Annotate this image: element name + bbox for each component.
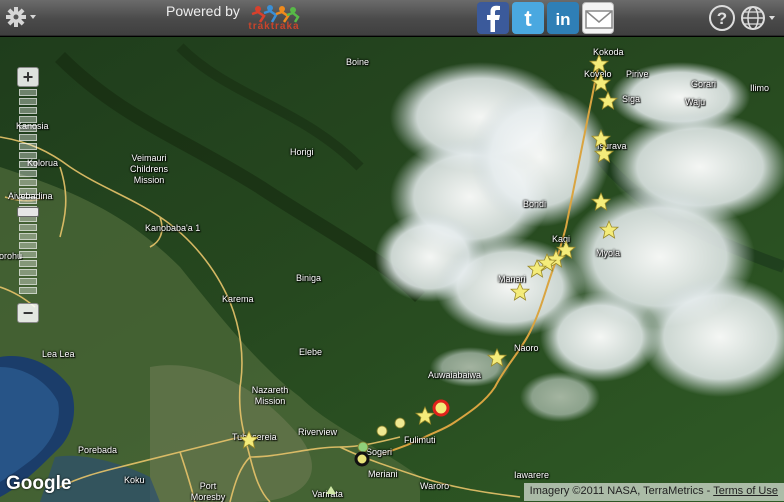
gear-icon <box>6 7 36 27</box>
brand-wordmark: traktraka <box>248 21 300 32</box>
globe-icon <box>741 6 775 30</box>
chevron-down-icon <box>30 15 36 19</box>
settings-menu-button[interactable] <box>4 4 38 30</box>
checkpoint-star-marker[interactable] <box>510 282 530 301</box>
help-icon: ? <box>709 5 735 31</box>
google-logo[interactable]: Google <box>6 473 71 495</box>
linkedin-share-button[interactable]: in <box>547 2 579 34</box>
checkpoint-star-marker[interactable] <box>556 240 576 259</box>
current-position-marker[interactable] <box>432 399 450 417</box>
checkpoint-star-marker[interactable] <box>239 430 259 449</box>
svg-text:t: t <box>524 6 532 31</box>
email-share-button[interactable] <box>582 2 614 34</box>
powered-by-label: Powered by <box>166 3 240 19</box>
zoom-in-button[interactable]: + <box>17 67 39 87</box>
map-canvas[interactable]: Boine Kokoda Kovelo Pirive Gorari Ilimo … <box>0 37 784 502</box>
top-toolbar: Powered by traktraka t in ? <box>0 0 784 36</box>
envelope-icon <box>585 10 613 29</box>
peak-marker <box>326 486 336 494</box>
svg-text:?: ? <box>717 9 727 28</box>
linkedin-icon: in <box>555 10 570 29</box>
marker-layer <box>239 54 619 494</box>
terms-of-use-link[interactable]: Terms of Use <box>713 485 778 497</box>
zoom-slider-handle[interactable] <box>17 207 39 217</box>
checkpoint-star-marker[interactable] <box>591 192 611 211</box>
checkpoint-star-marker[interactable] <box>594 144 614 163</box>
checkpoint-star-marker[interactable] <box>487 348 507 367</box>
twitter-icon: t <box>524 6 532 31</box>
svg-text:in: in <box>555 10 570 29</box>
waypoint-dot-marker[interactable] <box>394 417 406 429</box>
checkpoint-star-marker[interactable] <box>598 91 618 110</box>
map-attribution: Imagery ©2011 NASA, TerraMetrics - Terms… <box>523 483 784 501</box>
start-point-marker[interactable] <box>354 451 370 467</box>
checkpoint-star-marker[interactable] <box>589 54 609 73</box>
chevron-down-icon <box>769 16 775 20</box>
waypoint-dot-marker[interactable] <box>357 441 369 453</box>
imagery-credit: Imagery ©2011 NASA, TerraMetrics - <box>529 485 711 497</box>
zoom-control: + − <box>17 67 39 323</box>
facebook-share-button[interactable] <box>477 2 509 34</box>
checkpoint-star-marker[interactable] <box>415 406 435 425</box>
help-button[interactable]: ? <box>708 4 736 32</box>
map-type-button[interactable] <box>740 4 778 32</box>
zoom-out-button[interactable]: − <box>17 303 39 323</box>
checkpoint-star-marker[interactable] <box>599 220 619 239</box>
twitter-share-button[interactable]: t <box>512 2 544 34</box>
zoom-slider[interactable] <box>17 89 39 301</box>
checkpoint-star-marker[interactable] <box>591 129 611 148</box>
facebook-icon <box>487 5 500 33</box>
waypoint-dot-marker[interactable] <box>376 425 388 437</box>
checkpoint-star-marker[interactable] <box>591 73 611 92</box>
